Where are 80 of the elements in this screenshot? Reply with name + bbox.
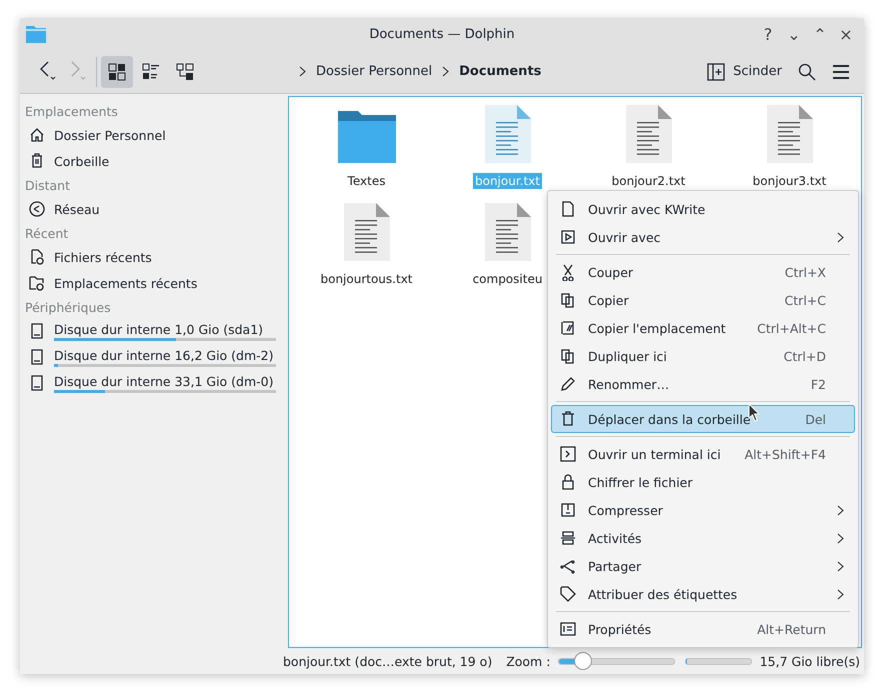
compact-view-icon xyxy=(142,62,160,80)
text-file-icon[interactable] xyxy=(766,105,812,163)
split-button[interactable]: Scinder xyxy=(701,58,788,84)
menu-item[interactable]: Dupliquer ici Ctrl+D xyxy=(551,342,855,370)
menu-icon xyxy=(832,64,850,80)
trash-icon xyxy=(559,410,577,428)
text-file-icon[interactable] xyxy=(344,203,390,261)
section-heading: Distant xyxy=(25,177,71,195)
menu-item[interactable]: Déplacer dans la corbeille Del xyxy=(551,405,855,433)
sidebar-item[interactable]: Corbeille xyxy=(25,148,285,174)
icons-view-button[interactable] xyxy=(101,56,133,88)
menu-item[interactable]: Ouvrir avec xyxy=(551,223,855,251)
shortcut-text: Alt+Shift+F4 xyxy=(744,446,826,462)
split-view-icon xyxy=(707,62,726,80)
chevron-icon xyxy=(299,66,306,77)
sidebar-item[interactable]: Dossier Personnel xyxy=(25,122,285,148)
menu-item[interactable]: Copier l'emplacement Ctrl+Alt+C xyxy=(551,314,855,342)
close-button[interactable]: × xyxy=(834,24,858,44)
status-text: bonjour.txt (doc…exte brut, 19 o) xyxy=(283,654,492,668)
menu-item[interactable]: Activités xyxy=(551,524,855,552)
tag-icon xyxy=(559,585,577,603)
archive-icon xyxy=(559,501,577,519)
free-space-text: 15,7 Gio libre(s) xyxy=(760,654,860,668)
menu-item[interactable]: Copier Ctrl+C xyxy=(551,286,855,314)
file-name[interactable]: compositeu xyxy=(470,271,544,287)
folder-icon xyxy=(26,26,46,42)
properties-icon xyxy=(559,620,577,638)
sidebar-item[interactable]: Disque dur interne 33,1 Gio (dm-0) xyxy=(25,370,285,396)
shortcut-text: Ctrl+Alt+C xyxy=(757,320,826,336)
shortcut-text: F2 xyxy=(810,376,826,392)
file-name[interactable]: bonjour3.txt xyxy=(750,173,828,189)
section-heading: Emplacements xyxy=(25,103,119,121)
slider-handle[interactable] xyxy=(574,652,592,670)
file-name[interactable]: Textes xyxy=(346,173,388,189)
section-heading: Récent xyxy=(25,225,70,243)
shortcut-text: Ctrl+C xyxy=(784,292,826,308)
zoom-label: Zoom : xyxy=(506,654,550,668)
network-icon xyxy=(28,200,46,218)
home-icon xyxy=(28,126,46,144)
breadcrumb-item[interactable]: Documents xyxy=(457,64,544,79)
file-name[interactable]: bonjour2.txt xyxy=(610,173,688,189)
section-heading: Périphériques xyxy=(25,299,112,317)
sidebar-item[interactable]: Fichiers récents xyxy=(25,244,285,270)
shortcut-text: Ctrl+X xyxy=(784,264,826,280)
text-file-icon[interactable] xyxy=(484,203,530,261)
text-file-icon[interactable] xyxy=(626,105,672,163)
sidebar-item[interactable]: Disque dur interne 1,0 Gio (sda1) xyxy=(25,318,285,344)
icons-view-icon xyxy=(108,62,126,80)
shortcut-text: Del xyxy=(805,412,826,426)
minimize-button[interactable]: ⌄ xyxy=(782,24,806,44)
chevron-icon xyxy=(442,66,450,77)
text-file-icon[interactable] xyxy=(484,105,530,163)
sidebar-item[interactable]: Emplacements récents xyxy=(25,270,285,296)
window-title: Documents — Dolphin xyxy=(369,26,515,42)
pointer-icon xyxy=(748,403,762,423)
shortcut-text: Alt+Return xyxy=(757,622,826,636)
terminal-icon xyxy=(559,445,577,463)
sidebar-item[interactable]: Réseau xyxy=(25,196,285,222)
menu-item[interactable]: Compresser xyxy=(551,496,855,524)
menu-item[interactable]: Partager xyxy=(551,552,855,580)
menu-item[interactable]: Attribuer des étiquettes xyxy=(551,580,855,608)
activities-icon xyxy=(559,529,577,547)
help-button[interactable]: ? xyxy=(756,24,780,44)
menu-item[interactable]: Ouvrir un terminal ici Alt+Shift+F4 xyxy=(551,440,855,468)
breadcrumb-item[interactable]: Dossier Personnel xyxy=(314,64,434,79)
file-name[interactable]: bonjourtous.txt xyxy=(318,271,414,287)
menu-item[interactable]: Couper Ctrl+X xyxy=(551,258,855,286)
menu-item[interactable]: Renommer… F2 xyxy=(551,370,855,398)
sidebar-item[interactable]: Disque dur interne 16,2 Gio (dm-2) xyxy=(25,344,285,370)
menu-item[interactable]: Ouvrir avec KWrite xyxy=(551,195,855,223)
play-window-icon xyxy=(559,228,577,246)
folder-icon[interactable] xyxy=(338,111,396,163)
pencil-icon xyxy=(559,375,577,393)
search-icon xyxy=(798,62,816,80)
shortcut-text: Ctrl+D xyxy=(784,348,826,364)
maximize-button[interactable]: ⌃ xyxy=(808,24,832,44)
recent-folder-icon xyxy=(28,274,46,292)
tree-view-icon xyxy=(176,62,194,80)
menu-item[interactable]: Chiffrer le fichier xyxy=(551,468,855,496)
menu-item[interactable]: Propriétés Alt+Return xyxy=(551,615,855,643)
